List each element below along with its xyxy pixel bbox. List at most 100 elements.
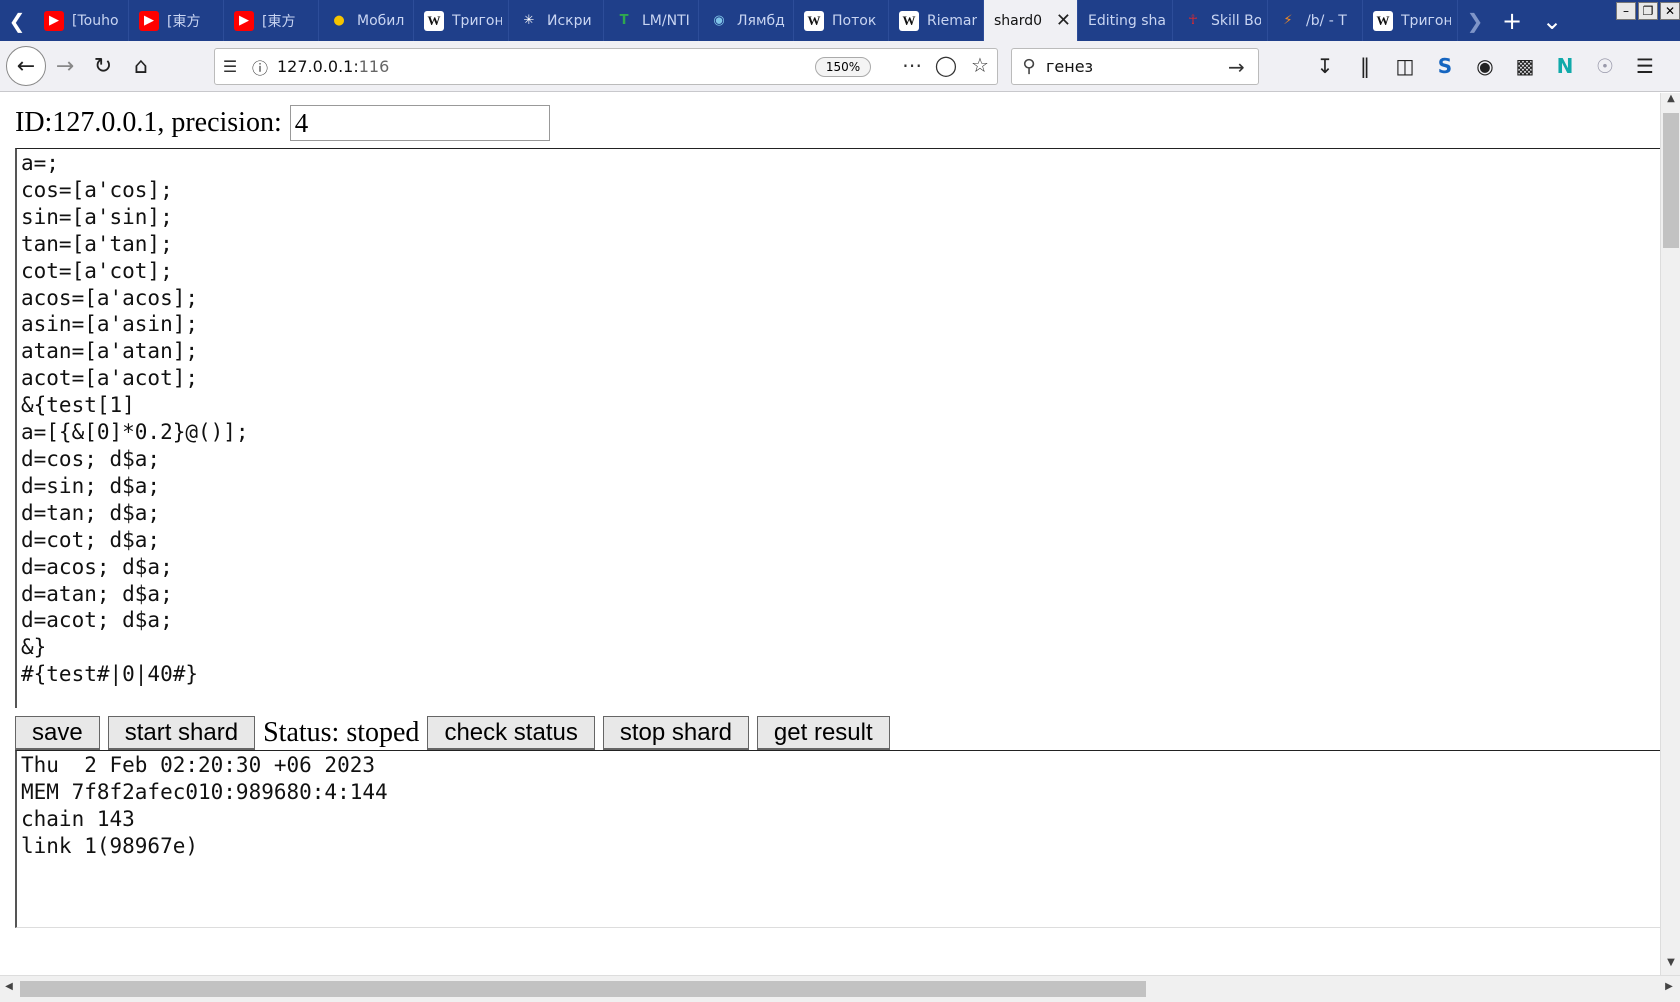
scroll-right-icon[interactable]: ▶ (1660, 981, 1678, 997)
search-go-icon[interactable]: → (1228, 55, 1258, 79)
tab-12[interactable]: ☥ Skill Bo (1173, 0, 1268, 41)
close-window-icon[interactable]: ✕ (1660, 2, 1680, 20)
search-bar[interactable]: ⚲ генез → (1011, 48, 1259, 85)
tab-0[interactable]: ▶ [Touho (34, 0, 129, 41)
code-line: a=[{&[0]*0.2}@()]; (21, 420, 249, 445)
toolbar-icons: ↧ ‖ ◫ S ◉ ▩ N ☉ ☰ (1305, 49, 1665, 83)
scroll-up-icon[interactable]: ▲ (1661, 93, 1680, 111)
extension-n-icon[interactable]: N (1545, 49, 1585, 83)
code-line: d=acos; d$a; (21, 554, 173, 579)
code-line: a=; (21, 151, 59, 175)
tab-13[interactable]: ⚡ /b/ - Т (1268, 0, 1363, 41)
tab-14[interactable]: W Тригон (1363, 0, 1458, 41)
tab-label: Искри (547, 12, 592, 29)
home-icon[interactable]: ⌂ (122, 47, 160, 85)
code-line: sin=[a'sin]; (21, 204, 173, 229)
id-row: ID:127.0.0.1, precision: (15, 105, 550, 141)
list-all-tabs-icon[interactable]: ⌄ (1532, 0, 1572, 41)
address-bar-actions: ⋯ ◯ ☆ (895, 53, 997, 77)
tab-1[interactable]: ▶ [東方 (129, 0, 224, 41)
tab-9[interactable]: W Rieman (889, 0, 984, 41)
bookmark-star-icon[interactable]: ☆ (963, 53, 997, 77)
tab-label: Rieman (927, 12, 977, 29)
tabs-scroll-right-icon[interactable]: ❯ (1458, 0, 1492, 41)
lambda-site-icon: ◉ (713, 13, 725, 28)
tab-3[interactable]: ● Мобил (319, 0, 414, 41)
tab-7[interactable]: ◉ Лямбд (699, 0, 794, 41)
tab-8[interactable]: W Поток (794, 0, 889, 41)
tabs-list: ▶ [Touho ▶ [東方 ▶ [東方 ● Мобил W Тригон ✳ Искри T LM/NT… (34, 0, 1458, 41)
back-icon[interactable]: ← (6, 46, 46, 86)
horizontal-scroll-thumb[interactable] (20, 981, 1146, 997)
code-line: &} (21, 635, 47, 660)
address-bar[interactable]: ☰ ⓘ 127.0.0.1:116 150% ⋯ ◯ ☆ (214, 48, 998, 85)
code-line: cot=[a'cot]; (21, 258, 173, 283)
tab-2[interactable]: ▶ [東方 (224, 0, 319, 41)
tab-6[interactable]: T LM/NTI (604, 0, 699, 41)
tab-10[interactable]: shard0 ✕ (984, 0, 1078, 41)
vertical-scroll-thumb[interactable] (1663, 113, 1679, 248)
pocket-icon[interactable]: ◯ (929, 53, 963, 77)
downloads-icon[interactable]: ↧ (1305, 49, 1345, 83)
code-line: d=acot; d$a; (21, 608, 173, 633)
navigation-toolbar: ← → ↻ ⌂ ☰ ⓘ 127.0.0.1:116 150% ⋯ ◯ ☆ ⚲ г… (0, 41, 1680, 92)
menu-icon[interactable]: ☰ (1625, 49, 1665, 83)
tab-label: /b/ - Т (1306, 12, 1347, 29)
output-textarea[interactable]: Thu 2 Feb 02:20:30 +06 2023 MEM 7f8f2afec… (15, 750, 1660, 928)
extension-shield-icon[interactable]: ☉ (1585, 49, 1625, 83)
minimize-icon[interactable]: – (1616, 2, 1636, 20)
get-result-button[interactable]: get result (756, 716, 890, 750)
precision-input[interactable] (289, 105, 550, 141)
search-input[interactable]: генез (1046, 57, 1228, 76)
id-label: ID:127.0.0.1, precision: (15, 107, 282, 138)
shard-controls: save start shard Status: stoped check st… (15, 715, 898, 751)
url-text[interactable]: 127.0.0.1:116 (277, 57, 389, 76)
account-icon[interactable]: ◉ (1465, 49, 1505, 83)
code-line: d=cos; d$a; (21, 446, 161, 471)
url-port: 116 (358, 57, 390, 76)
start-shard-button[interactable]: start shard (107, 716, 256, 750)
tab-4[interactable]: W Тригон (414, 0, 509, 41)
close-tab-icon[interactable]: ✕ (1056, 10, 1071, 31)
forward-icon[interactable]: → (46, 47, 84, 85)
code-line: acot=[a'acot]; (21, 366, 199, 391)
tab-5[interactable]: ✳ Искри (509, 0, 604, 41)
output-line: MEM 7f8f2afec010:989680:4:144 (21, 779, 388, 804)
youtube-icon: ▶ (44, 10, 64, 31)
tabs-scroll-left-icon[interactable]: ❮ (0, 0, 34, 41)
extension-s-icon[interactable]: S (1425, 49, 1465, 83)
page-content: ID:127.0.0.1, precision: a=;cos=[a'cos];… (0, 93, 1660, 975)
window-controls: – ❐ ✕ (1614, 0, 1680, 41)
save-button[interactable]: save (15, 716, 100, 750)
site-info-icon[interactable]: ⓘ (245, 55, 275, 79)
restore-icon[interactable]: ❐ (1638, 2, 1658, 20)
code-line: asin=[a'asin]; (21, 312, 199, 337)
horizontal-scrollbar[interactable]: ◀ ▶ (0, 975, 1680, 1002)
stop-shard-button[interactable]: stop shard (602, 716, 749, 750)
new-tab-icon[interactable]: + (1492, 0, 1532, 41)
t-icon: T (619, 13, 629, 28)
save-page-icon[interactable]: ▩ (1505, 49, 1545, 83)
tab-label: shard0 (994, 12, 1043, 29)
wikipedia-icon: W (424, 10, 444, 31)
zoom-level-badge[interactable]: 150% (815, 57, 871, 77)
scroll-left-icon[interactable]: ◀ (0, 981, 18, 997)
scroll-down-icon[interactable]: ▼ (1661, 957, 1680, 975)
wikipedia-icon: W (899, 10, 919, 31)
vertical-scrollbar[interactable]: ▲ ▼ (1660, 93, 1680, 975)
tab-label: Тригон (1401, 12, 1451, 29)
code-textarea[interactable]: a=; cos=[a'cos]; sin=[a'sin]; tan=[a'tan]; c… (15, 148, 1660, 708)
code-line: atan=[a'atan]; (21, 339, 199, 364)
page-actions-icon[interactable]: ⋯ (895, 53, 929, 77)
tab-label: Мобил (357, 12, 405, 29)
ankh-icon: ☥ (1188, 13, 1198, 28)
sparks-icon: ✳ (523, 13, 535, 28)
tab-11[interactable]: Editing shar (1078, 0, 1173, 41)
code-line: acos=[a'acos]; (21, 285, 199, 310)
code-line: #{test#|0|40#} (21, 662, 199, 687)
sidebar-icon[interactable]: ◫ (1385, 49, 1425, 83)
reload-icon[interactable]: ↻ (84, 47, 122, 85)
check-status-button[interactable]: check status (427, 716, 595, 750)
library-icon[interactable]: ‖ (1345, 49, 1385, 83)
tracking-shield-icon[interactable]: ☰ (215, 57, 245, 76)
